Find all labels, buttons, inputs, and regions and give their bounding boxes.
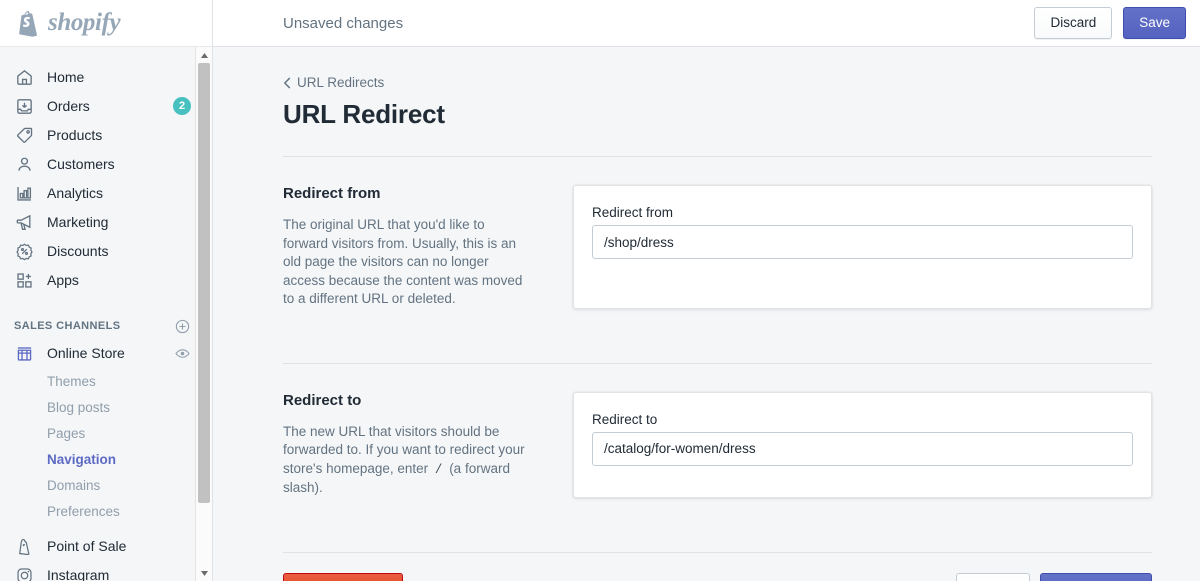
sidebar-subitem-label: Preferences [47,503,120,519]
redirect-to-card: Redirect to [573,391,1152,498]
sidebar-scrollbar[interactable] [195,47,212,581]
sidebar-item-label: Online Store [47,345,125,361]
sidebar-subitem-label: Navigation [47,451,117,467]
sidebar-subitem-label: Domains [47,477,101,493]
redirect-to-field-label: Redirect to [592,411,658,427]
main-area: Unsaved changes Discard Save URL Redirec… [213,0,1200,581]
sidebar-item-online-store[interactable]: Online Store [0,339,213,367]
sidebar-item-label: Home [47,69,85,85]
breadcrumb[interactable]: URL Redirects [283,75,384,90]
products-tag-icon [14,125,34,145]
sidebar-item-label: Products [47,127,103,143]
redirect-from-field-label: Redirect from [592,205,674,220]
orders-badge: 2 [173,97,191,115]
sidebar-subitem-label: Blog posts [47,399,111,415]
section-redirect-to: Redirect to The new URL that visitors sh… [283,364,1152,526]
chevron-left-icon [283,77,291,89]
sidebar-item-label: Analytics [47,185,104,201]
save-redirect-button[interactable]: Save redirect [1040,572,1152,581]
sidebar-item-label: Apps [47,272,79,288]
scroll-up-arrow-icon[interactable] [196,47,212,63]
orders-icon [14,96,34,116]
context-bar: Unsaved changes Discard Save [213,0,1200,47]
sidebar-subitem-label: Themes [47,373,96,389]
discounts-icon [14,241,34,261]
sales-channels-title: SALES CHANNELS [14,320,121,332]
section-heading: Redirect to [283,391,362,409]
customers-icon [14,154,34,174]
sidebar-subitem-blog-posts[interactable]: Blog posts [0,394,213,420]
cancel-button[interactable]: Cancel [956,572,1031,581]
sidebar-item-instagram[interactable]: Instagram [0,561,213,581]
sidebar-item-home[interactable]: Home [0,63,213,91]
instagram-icon [14,565,34,581]
form-footer-actions: Delete redirect Cancel Save redirect [283,553,1152,581]
sidebar-item-label: Point of Sale [47,538,127,554]
marketing-megaphone-icon [14,212,34,232]
apps-grid-icon [14,270,34,290]
sidebar-nav: Home Orders 2 Products Customers Analyti… [0,47,213,581]
redirect-to-input[interactable] [592,431,1133,466]
logo-bar[interactable]: shopify [0,0,212,47]
point-of-sale-icon [14,536,34,556]
shopify-admin-window: shopify Home Orders 2 Products Customers… [0,0,1200,581]
sidebar-subitem-preferences[interactable]: Preferences [0,498,213,524]
redirect-from-card: Redirect from [573,185,1152,309]
sidebar-subitem-domains[interactable]: Domains [0,472,213,498]
sidebar-item-analytics[interactable]: Analytics [0,179,213,207]
scrollbar-thumb[interactable] [198,63,210,503]
breadcrumb-label: URL Redirects [297,75,385,90]
sidebar-item-label: Customers [47,156,115,172]
sidebar-item-label: Orders [47,98,90,114]
sidebar-item-label: Discounts [47,243,109,259]
footer-right-actions: Cancel Save redirect [956,572,1152,581]
unsaved-changes-label: Unsaved changes [283,14,404,32]
sidebar-subitem-themes[interactable]: Themes [0,368,213,394]
scroll-down-arrow-icon[interactable] [196,565,212,581]
shopify-wordmark: shopify [48,9,121,36]
sidebar-item-orders[interactable]: Orders 2 [0,92,213,120]
sidebar-item-point-of-sale[interactable]: Point of Sale [0,532,213,560]
online-store-icon [14,343,34,363]
eye-icon[interactable] [173,344,191,362]
redirect-from-input[interactable] [592,225,1133,259]
sidebar-subitem-label: Pages [47,425,86,441]
delete-redirect-button[interactable]: Delete redirect [283,572,403,581]
page-title: URL Redirect [283,99,445,129]
sidebar: shopify Home Orders 2 Products Customers… [0,0,213,581]
section-redirect-from-info: Redirect from The original URL that you'… [283,185,573,309]
home-icon [14,67,34,87]
page-content: URL Redirects URL Redirect Redirect from… [213,47,1200,581]
section-redirect-to-info: Redirect to The new URL that visitors sh… [283,392,573,498]
sidebar-subitem-pages[interactable]: Pages [0,420,213,446]
sidebar-item-products[interactable]: Products [0,121,213,149]
forward-slash-code: / [431,462,446,477]
shopify-bag-icon [19,11,38,37]
sidebar-item-marketing[interactable]: Marketing [0,208,213,236]
sidebar-item-label: Instagram [47,567,110,581]
section-description: The original URL that you'd like to forw… [283,217,523,306]
save-button[interactable]: Save [1123,6,1186,40]
discard-button[interactable]: Discard [1034,6,1113,40]
sidebar-item-customers[interactable]: Customers [0,150,213,178]
sidebar-item-label: Marketing [47,214,109,230]
section-redirect-from: Redirect from The original URL that you'… [283,157,1152,337]
sidebar-item-apps[interactable]: Apps [0,266,213,294]
analytics-bar-chart-icon [14,183,34,203]
sales-channels-header: SALES CHANNELS [0,313,213,339]
section-description: The new URL that visitors should be forw… [283,423,533,498]
sidebar-item-discounts[interactable]: Discounts [0,237,213,265]
sidebar-subitem-navigation[interactable]: Navigation [0,446,213,472]
plus-circle-icon[interactable] [173,317,191,335]
section-heading: Redirect from [283,185,381,202]
